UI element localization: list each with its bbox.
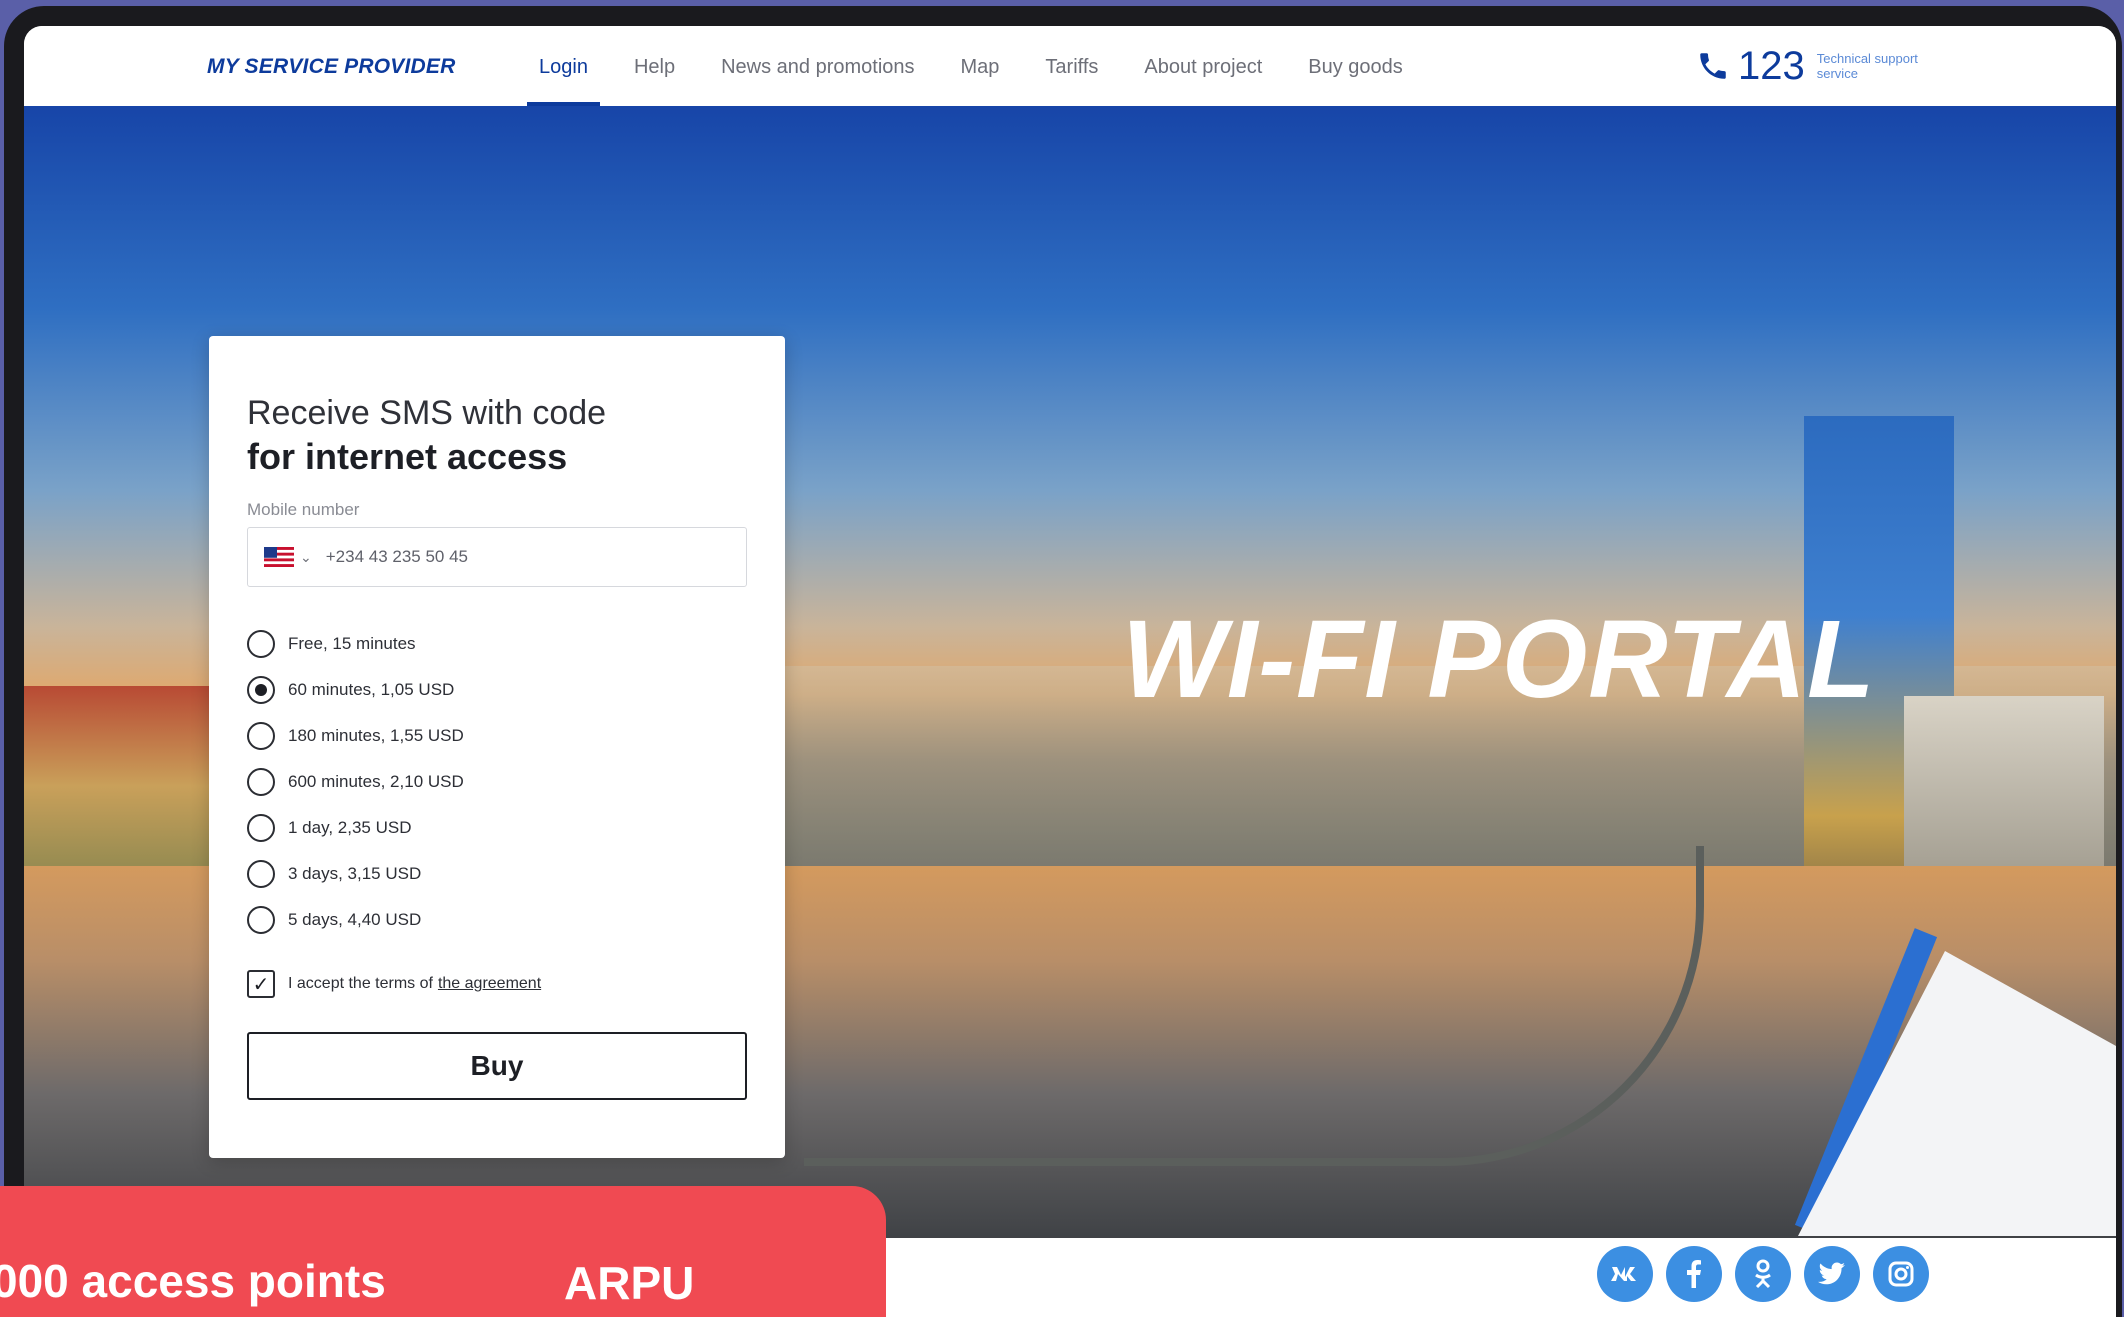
card-title-line2: for internet access xyxy=(247,436,568,477)
nav-item-tariffs[interactable]: Tariffs xyxy=(1033,26,1110,106)
tariff-option[interactable]: 180 minutes, 1,55 USD xyxy=(247,713,464,759)
browser-screen: MY SERVICE PROVIDER Login Help News and … xyxy=(24,26,2116,1317)
hero-banner: WI-FI PORTAL Receive SMS with code for i… xyxy=(24,106,2116,1238)
tariff-option-label: Free, 15 minutes xyxy=(288,634,416,653)
buy-button[interactable]: Buy xyxy=(247,1032,747,1100)
vk-icon[interactable] xyxy=(1597,1246,1653,1302)
facebook-icon[interactable] xyxy=(1666,1246,1722,1302)
nav-item-login[interactable]: Login xyxy=(527,26,600,106)
tariff-option[interactable]: 60 minutes, 1,05 USD xyxy=(247,667,464,713)
radio-button[interactable] xyxy=(247,768,275,796)
radio-button[interactable] xyxy=(247,630,275,658)
tariff-options: Free, 15 minutes 60 minutes, 1,05 USD 18… xyxy=(247,621,464,943)
login-card: Receive SMS with code for internet acces… xyxy=(209,336,785,1158)
phone-field-label: Mobile number xyxy=(247,500,360,519)
radio-button-selected[interactable] xyxy=(247,676,275,704)
brand-logo[interactable]: MY SERVICE PROVIDER xyxy=(207,26,455,106)
tariff-option-label: 5 days, 4,40 USD xyxy=(288,910,422,929)
promo-access-points: 000 access points xyxy=(0,1255,386,1307)
promo-banner: 000 access points ARPU xyxy=(0,1186,886,1317)
nav-item-about-project[interactable]: About project xyxy=(1132,26,1274,106)
tariff-option-label: 60 minutes, 1,05 USD xyxy=(288,680,455,699)
odnoklassniki-icon[interactable] xyxy=(1735,1246,1791,1302)
nav-item-buy-goods[interactable]: Buy goods xyxy=(1296,26,1415,106)
tariff-option[interactable]: 600 minutes, 2,10 USD xyxy=(247,759,464,805)
tariff-option[interactable]: 3 days, 3,15 USD xyxy=(247,851,464,897)
river-embankment xyxy=(804,846,1704,1166)
twitter-icon[interactable] xyxy=(1804,1246,1860,1302)
radio-button[interactable] xyxy=(247,814,275,842)
hero-title: WI-FI PORTAL xyxy=(1122,598,1876,721)
card-title-line1: Receive SMS with code xyxy=(247,394,607,432)
radio-button[interactable] xyxy=(247,860,275,888)
nav-item-help[interactable]: Help xyxy=(622,26,687,106)
device-frame: MY SERVICE PROVIDER Login Help News and … xyxy=(4,6,2122,1317)
tariff-option[interactable]: 1 day, 2,35 USD xyxy=(247,805,464,851)
tariff-option[interactable]: Free, 15 minutes xyxy=(247,621,464,667)
nav-item-news-and-promotions[interactable]: News and promotions xyxy=(709,26,926,106)
social-links xyxy=(1597,1246,1942,1302)
tariff-option-label: 3 days, 3,15 USD xyxy=(288,864,422,883)
tariff-option[interactable]: 5 days, 4,40 USD xyxy=(247,897,464,943)
agreement-row: ✓ I accept the terms of the agreement xyxy=(247,970,541,998)
tariff-option-label: 180 minutes, 1,55 USD xyxy=(288,726,464,745)
tariff-option-label: 600 minutes, 2,10 USD xyxy=(288,772,464,791)
instagram-icon[interactable] xyxy=(1873,1246,1929,1302)
radio-button[interactable] xyxy=(247,722,275,750)
promo-arpu: ARPU xyxy=(564,1257,695,1309)
country-chevron-down-icon[interactable]: ⌄ xyxy=(300,549,312,566)
phone-icon xyxy=(1700,53,1726,79)
support-number: 123 xyxy=(1738,43,1805,88)
agreement-link[interactable]: the agreement xyxy=(438,975,541,993)
support-contact[interactable]: 123 Technical support service xyxy=(1696,42,1937,90)
main-nav: Login Help News and promotions Map Tarif… xyxy=(527,26,1437,106)
agreement-text: I accept the terms of xyxy=(288,975,433,992)
agreement-checkbox[interactable]: ✓ xyxy=(247,970,275,998)
us-flag-icon[interactable] xyxy=(264,547,294,567)
phone-field[interactable]: ⌄ xyxy=(247,527,747,587)
support-label: Technical support service xyxy=(1816,51,1918,81)
phone-input[interactable] xyxy=(325,547,706,567)
nav-item-map[interactable]: Map xyxy=(949,26,1012,106)
top-navigation-bar: MY SERVICE PROVIDER Login Help News and … xyxy=(24,26,2116,106)
tariff-option-label: 1 day, 2,35 USD xyxy=(288,818,412,837)
radio-button[interactable] xyxy=(247,906,275,934)
